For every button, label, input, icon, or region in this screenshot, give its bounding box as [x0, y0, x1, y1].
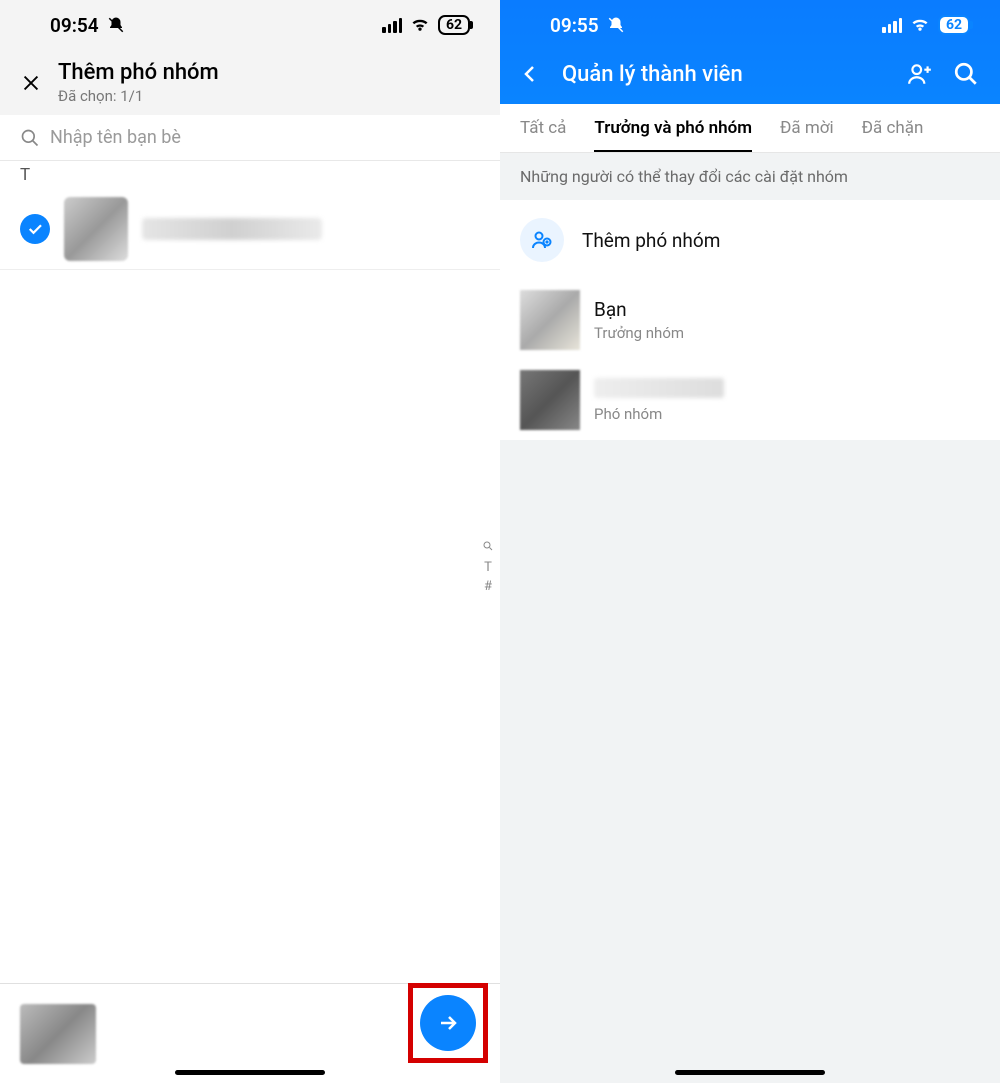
section-header: T [0, 161, 500, 189]
member-row-deputy[interactable]: Phó nhóm [500, 360, 1000, 440]
highlight-box [408, 983, 488, 1063]
wifi-icon [910, 17, 930, 33]
contact-row[interactable] [0, 189, 500, 270]
blue-header: 09:55 62 Quản lý thành viên [500, 0, 1000, 104]
search-input[interactable]: Nhập tên bạn bè [0, 115, 500, 161]
left-header: Thêm phó nhóm Đã chọn: 1/1 [0, 50, 500, 115]
mute-icon [107, 16, 125, 34]
signal-icon [382, 18, 402, 33]
search-icon[interactable] [952, 60, 980, 88]
member-name: Bạn [594, 298, 684, 321]
selected-avatar[interactable] [20, 1004, 96, 1064]
right-screen: 09:55 62 Quản lý thành viên [500, 0, 1000, 1083]
info-banner: Những người có thể thay đổi các cài đặt … [500, 153, 1000, 200]
search-icon[interactable] [482, 540, 494, 556]
mute-icon [607, 16, 625, 34]
checkmark-icon[interactable] [20, 214, 50, 244]
add-deputy-button[interactable]: Thêm phó nhóm [500, 200, 1000, 280]
avatar [520, 370, 580, 430]
tab-leaders[interactable]: Trưởng và phó nhóm [594, 118, 752, 152]
home-indicator [675, 1070, 825, 1075]
tab-invited[interactable]: Đã mời [780, 118, 834, 152]
home-indicator [175, 1070, 325, 1075]
battery-icon: 62 [438, 15, 470, 35]
index-hash[interactable]: # [484, 579, 492, 594]
member-role: Trưởng nhóm [594, 324, 684, 342]
empty-area [500, 440, 1000, 1083]
member-role: Phó nhóm [594, 405, 724, 423]
member-name [594, 378, 724, 398]
add-deputy-icon [520, 218, 564, 262]
add-member-icon[interactable] [906, 60, 934, 88]
selection-count: Đã chọn: 1/1 [58, 87, 219, 105]
member-row-me[interactable]: Bạn Trưởng nhóm [500, 280, 1000, 360]
left-screen: 09:54 62 Thêm phó nhóm Đã chọn: 1/1 Nhập… [0, 0, 500, 1083]
tab-blocked[interactable]: Đã chặn [862, 118, 924, 152]
close-icon[interactable] [20, 72, 42, 94]
index-letter[interactable]: T [484, 560, 492, 575]
status-time: 09:55 [550, 14, 599, 37]
page-title: Thêm phó nhóm [58, 60, 219, 85]
avatar [520, 290, 580, 350]
contact-name [142, 218, 322, 240]
status-bar: 09:54 62 [0, 0, 500, 50]
signal-icon [882, 18, 902, 33]
back-icon[interactable] [516, 60, 544, 88]
alpha-index[interactable]: T # [482, 540, 494, 594]
confirm-button[interactable] [420, 995, 476, 1051]
tab-all[interactable]: Tất cả [520, 118, 566, 152]
search-icon [20, 128, 40, 148]
selected-bar [0, 983, 500, 1083]
avatar [64, 197, 128, 261]
tabs: Tất cả Trưởng và phó nhóm Đã mời Đã chặn [500, 104, 1000, 153]
status-bar: 09:55 62 [500, 0, 1000, 50]
wifi-icon [410, 17, 430, 33]
add-deputy-label: Thêm phó nhóm [582, 229, 720, 252]
search-placeholder: Nhập tên bạn bè [50, 127, 181, 148]
page-title: Quản lý thành viên [562, 62, 888, 87]
status-time: 09:54 [50, 14, 99, 37]
battery-icon: 62 [938, 15, 970, 35]
